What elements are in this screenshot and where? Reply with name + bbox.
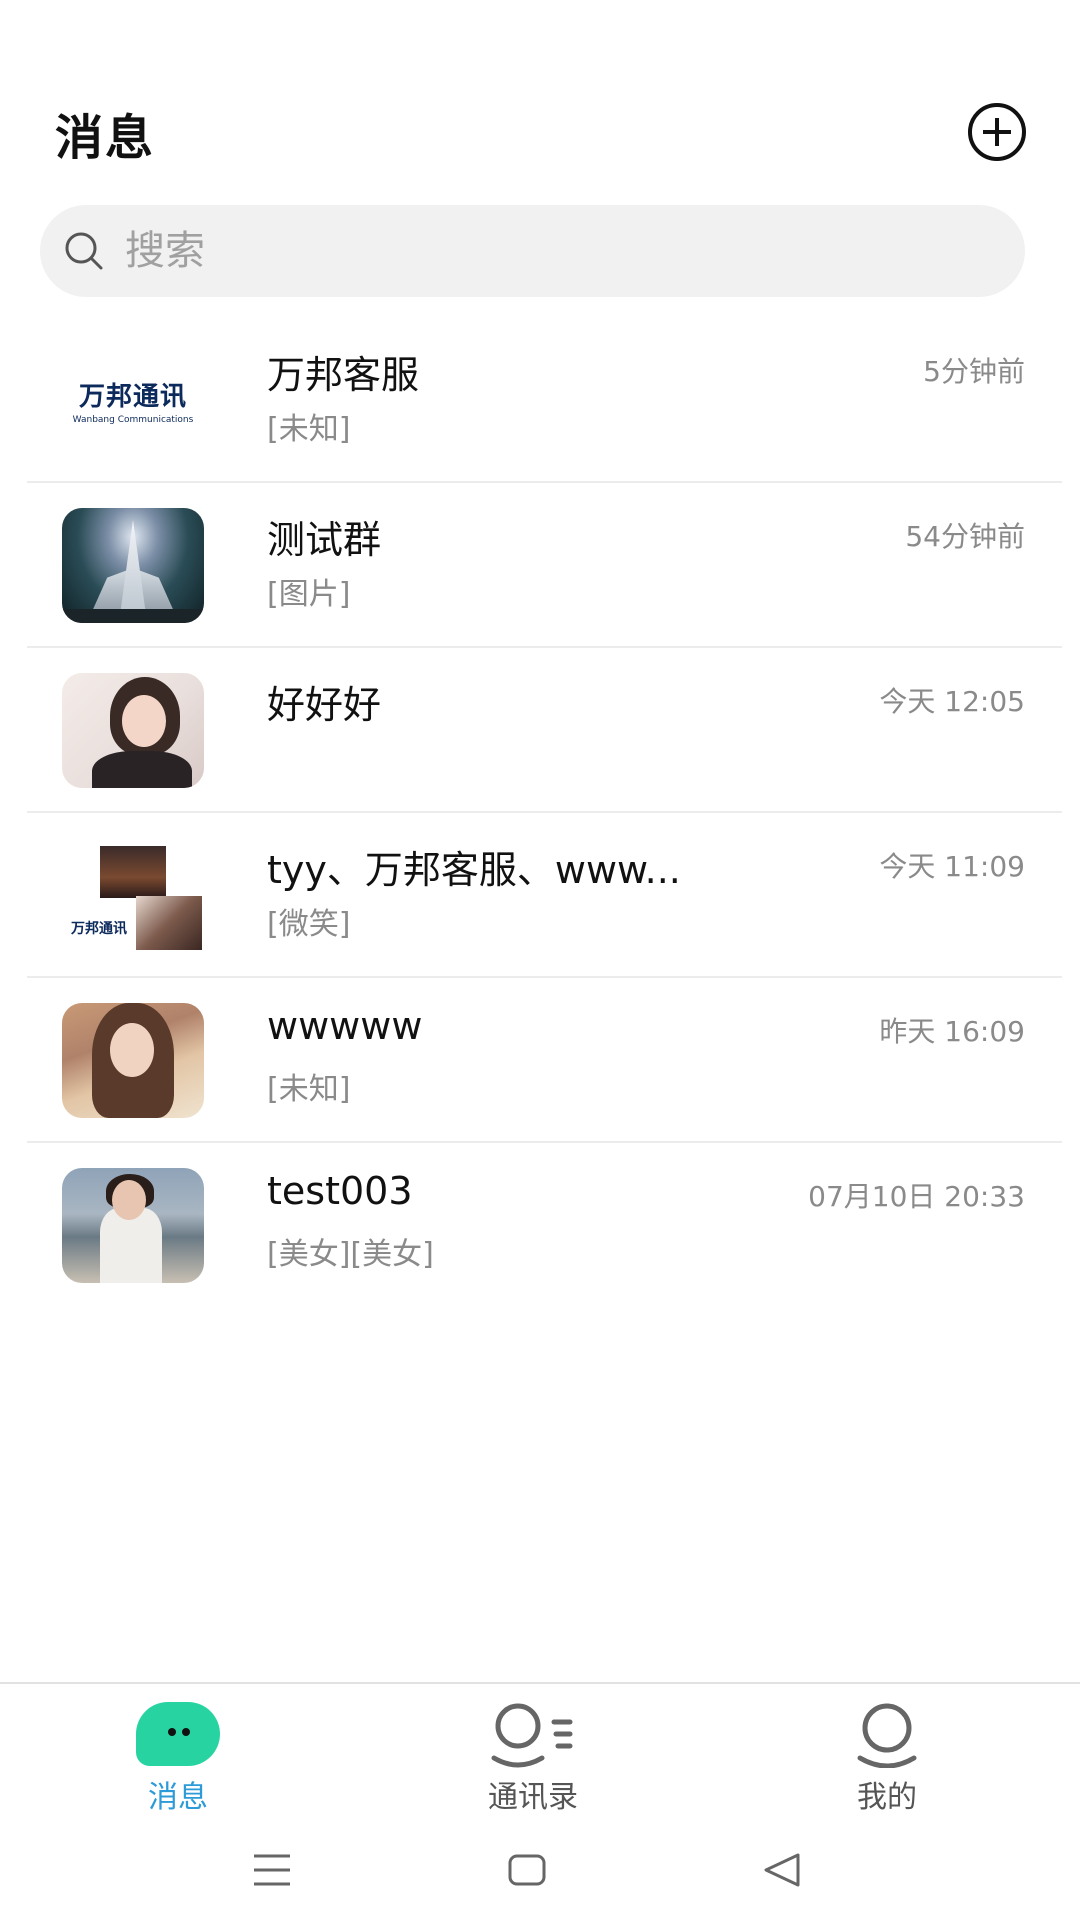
chat-bubble-icon xyxy=(136,1702,220,1766)
home-icon[interactable] xyxy=(508,1852,546,1888)
menu-icon[interactable] xyxy=(252,1852,292,1888)
avatar xyxy=(62,1168,204,1283)
contacts-icon xyxy=(491,1703,573,1768)
conversation-name: 万邦客服 xyxy=(267,353,420,397)
tab-label: 我的 xyxy=(857,1780,917,1815)
avatar-logo-text: 万邦通讯 xyxy=(78,382,187,412)
conversation-name: tyy、万邦客服、www... xyxy=(267,848,681,892)
avatar: 万邦通讯 xyxy=(62,838,204,953)
conversation-preview: [未知] xyxy=(267,412,351,447)
tab-label: 通讯录 xyxy=(488,1780,578,1815)
avatar-logo-text: 万邦通讯 xyxy=(71,921,127,937)
tab-messages[interactable]: 消息 xyxy=(78,1684,278,1824)
avatar xyxy=(62,1003,204,1118)
conversation-item[interactable]: 万邦通讯 Wanbang Communications 万邦客服 5分钟前 [未… xyxy=(0,318,1080,483)
avatar: 万邦通讯 Wanbang Communications xyxy=(62,343,204,458)
conversation-preview: [未知] xyxy=(267,1072,351,1107)
conversation-item[interactable]: wwwww 昨天 16:09 [未知] xyxy=(0,978,1080,1143)
plus-circle-icon[interactable] xyxy=(968,103,1026,161)
system-navigation-bar xyxy=(0,1822,1080,1920)
tab-label: 消息 xyxy=(148,1780,208,1815)
conversation-list: 万邦通讯 Wanbang Communications 万邦客服 5分钟前 [未… xyxy=(0,318,1080,1308)
conversation-name: 测试群 xyxy=(267,518,382,562)
tab-profile[interactable]: 我的 xyxy=(787,1684,987,1824)
conversation-time: 昨天 16:09 xyxy=(879,1015,1025,1048)
tab-contacts[interactable]: 通讯录 xyxy=(433,1684,633,1824)
avatar xyxy=(62,673,204,788)
conversation-item[interactable]: 万邦通讯 tyy、万邦客服、www... 今天 11:09 [微笑] xyxy=(0,813,1080,978)
conversation-time: 今天 11:09 xyxy=(879,850,1025,883)
search-input[interactable] xyxy=(125,205,985,297)
conversation-name: 好好好 xyxy=(267,683,382,727)
conversation-preview: [微笑] xyxy=(267,907,351,942)
conversation-preview: [美女][美女] xyxy=(267,1237,434,1272)
conversation-name: wwwww xyxy=(267,1004,423,1048)
back-icon[interactable] xyxy=(762,1852,802,1888)
conversation-time: 5分钟前 xyxy=(923,355,1025,388)
conversation-time: 今天 12:05 xyxy=(879,685,1025,718)
conversation-item[interactable]: 好好好 今天 12:05 xyxy=(0,648,1080,813)
bottom-tab-bar: 消息 通讯录 我的 xyxy=(0,1682,1080,1822)
conversation-time: 07月10日 20:33 xyxy=(808,1180,1025,1213)
conversation-preview: [图片] xyxy=(267,577,351,612)
conversation-item[interactable]: test003 07月10日 20:33 [美女][美女] xyxy=(0,1143,1080,1308)
search-icon xyxy=(65,232,103,270)
page-title: 消息 xyxy=(55,110,156,166)
conversation-time: 54分钟前 xyxy=(905,520,1025,553)
conversation-item[interactable]: 测试群 54分钟前 [图片] xyxy=(0,483,1080,648)
profile-icon xyxy=(857,1703,917,1768)
header: 消息 xyxy=(0,0,1080,200)
conversation-name: test003 xyxy=(267,1169,413,1213)
avatar-logo-subtext: Wanbang Communications xyxy=(72,415,194,425)
avatar xyxy=(62,508,204,623)
search-bar[interactable] xyxy=(40,205,1025,297)
